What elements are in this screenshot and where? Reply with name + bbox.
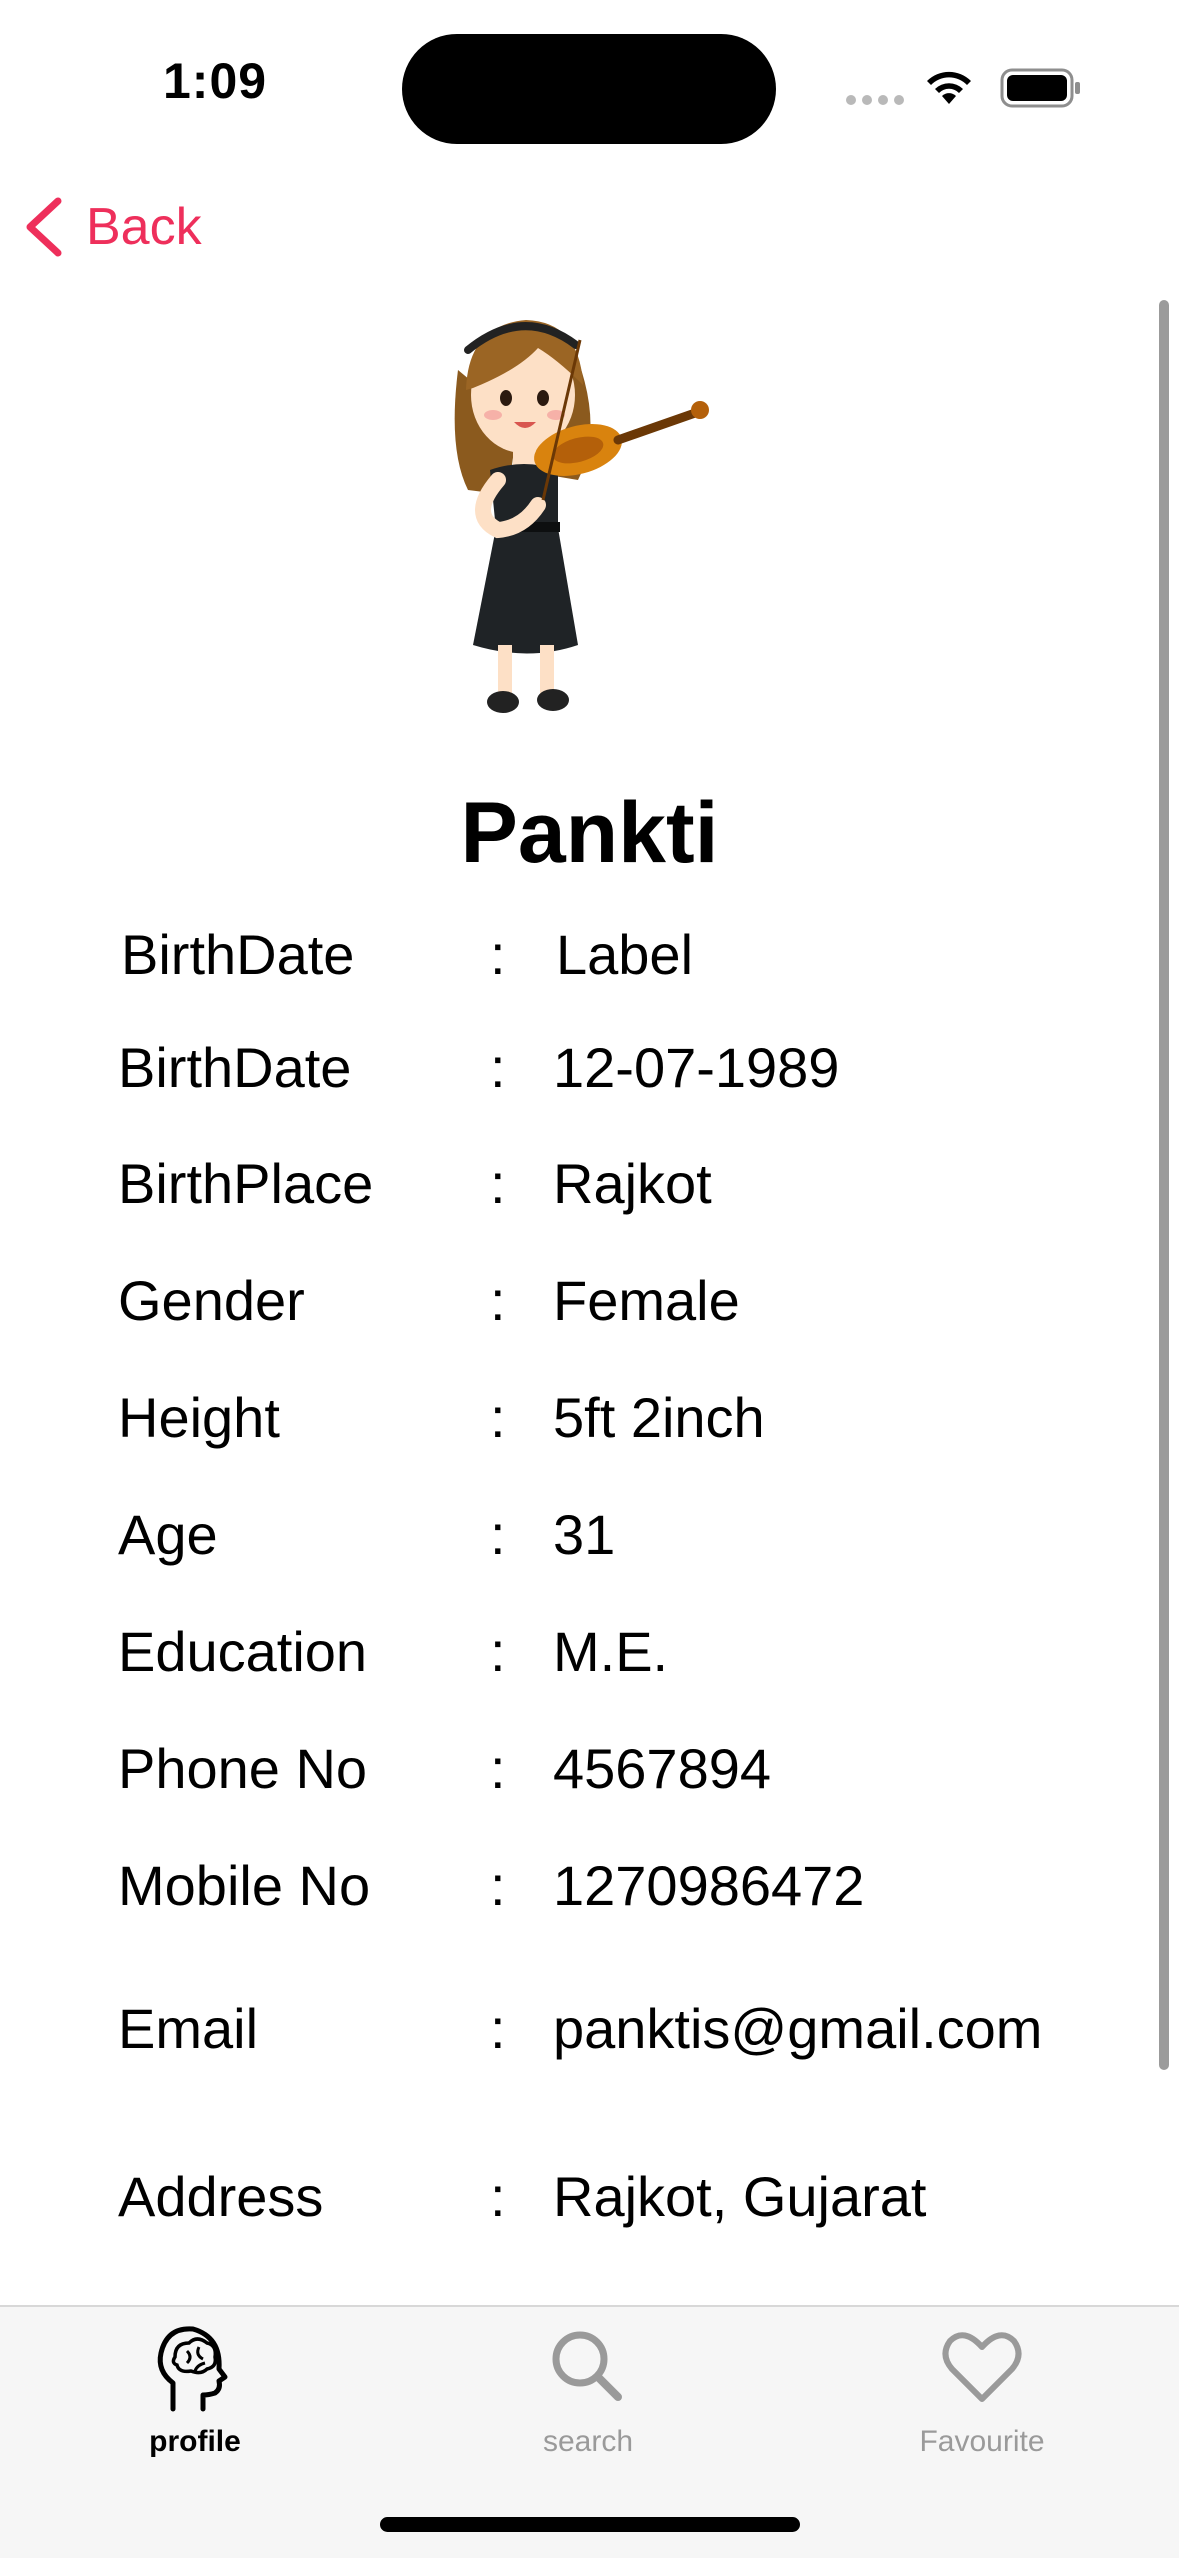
profile-avatar-image [454, 320, 709, 713]
detail-separator: : [490, 923, 506, 986]
detail-label: Email [118, 1997, 259, 2060]
detail-row: BirthPlace : Rajkot [0, 1151, 1179, 1231]
detail-label: BirthDate [118, 1036, 352, 1099]
detail-label: Education [118, 1620, 368, 1683]
detail-row: BirthDate : Label [0, 922, 1179, 1002]
back-label: Back [86, 198, 202, 256]
detail-label: Height [118, 1386, 280, 1449]
detail-row: Gender : Female [0, 1268, 1179, 1348]
detail-value: Rajkot, Gujarat [553, 2165, 927, 2228]
search-icon [552, 2331, 622, 2401]
detail-value: M.E. [553, 1620, 669, 1683]
wifi-icon [927, 71, 971, 104]
tab-label: search [542, 2425, 634, 2458]
detail-value: 5ft 2inch [553, 1386, 765, 1449]
detail-row: Height : 5ft 2inch [0, 1385, 1179, 1465]
detail-label: Gender [118, 1269, 305, 1332]
detail-separator: : [490, 2165, 506, 2228]
detail-row: Age : 31 [0, 1502, 1179, 1582]
home-indicator[interactable] [380, 2517, 800, 2532]
detail-separator: : [490, 1386, 506, 1449]
detail-value: 31 [553, 1503, 616, 1566]
detail-row: Address : Rajkot, Gujarat [0, 2164, 1179, 2244]
detail-separator: : [490, 1997, 506, 2060]
status-bar: 1:09 [0, 0, 1179, 170]
dynamic-island [402, 34, 776, 144]
detail-separator: : [490, 1269, 506, 1332]
detail-row: Mobile No : 1270986472 [0, 1853, 1179, 1933]
detail-value: Label [556, 923, 694, 986]
battery-icon [1000, 68, 1080, 108]
cellular-signal-icon [846, 92, 910, 110]
detail-value: 1270986472 [553, 1854, 865, 1917]
heart-icon [942, 2332, 1022, 2402]
detail-label: Mobile No [118, 1854, 371, 1917]
detail-separator: : [490, 1620, 506, 1683]
tab-search[interactable]: search [478, 2317, 698, 2467]
detail-value: Female [553, 1269, 740, 1332]
detail-label: BirthPlace [118, 1152, 374, 1215]
detail-value: Rajkot [553, 1152, 712, 1215]
detail-row: Education : M.E. [0, 1619, 1179, 1699]
detail-row: Email : panktis@gmail.com [0, 1996, 1179, 2076]
detail-separator: : [490, 1503, 506, 1566]
detail-separator: : [490, 1152, 506, 1215]
tab-profile[interactable]: profile [85, 2317, 305, 2467]
tab-label: profile [149, 2425, 241, 2458]
detail-label: Phone No [118, 1737, 368, 1800]
detail-separator: : [490, 1036, 506, 1099]
detail-row: Phone No : 4567894 [0, 1736, 1179, 1816]
detail-label: Age [118, 1503, 218, 1566]
brain-head-icon [157, 2326, 228, 2412]
chevron-left-icon [26, 197, 62, 257]
detail-separator: : [490, 1854, 506, 1917]
status-time: 1:09 [163, 53, 268, 109]
detail-label: BirthDate [121, 923, 355, 986]
detail-value: 12-07-1989 [553, 1036, 840, 1099]
detail-separator: : [490, 1737, 506, 1800]
back-button[interactable]: Back [22, 192, 202, 262]
profile-name: Pankti [460, 785, 719, 881]
tab-label: Favourite [919, 2425, 1045, 2458]
detail-row: BirthDate : 12-07-1989 [0, 1035, 1179, 1115]
detail-value: 4567894 [553, 1737, 772, 1800]
tab-favourite[interactable]: Favourite [872, 2317, 1092, 2467]
detail-label: Address [118, 2165, 324, 2228]
detail-value: panktis@gmail.com [553, 1997, 1043, 2060]
